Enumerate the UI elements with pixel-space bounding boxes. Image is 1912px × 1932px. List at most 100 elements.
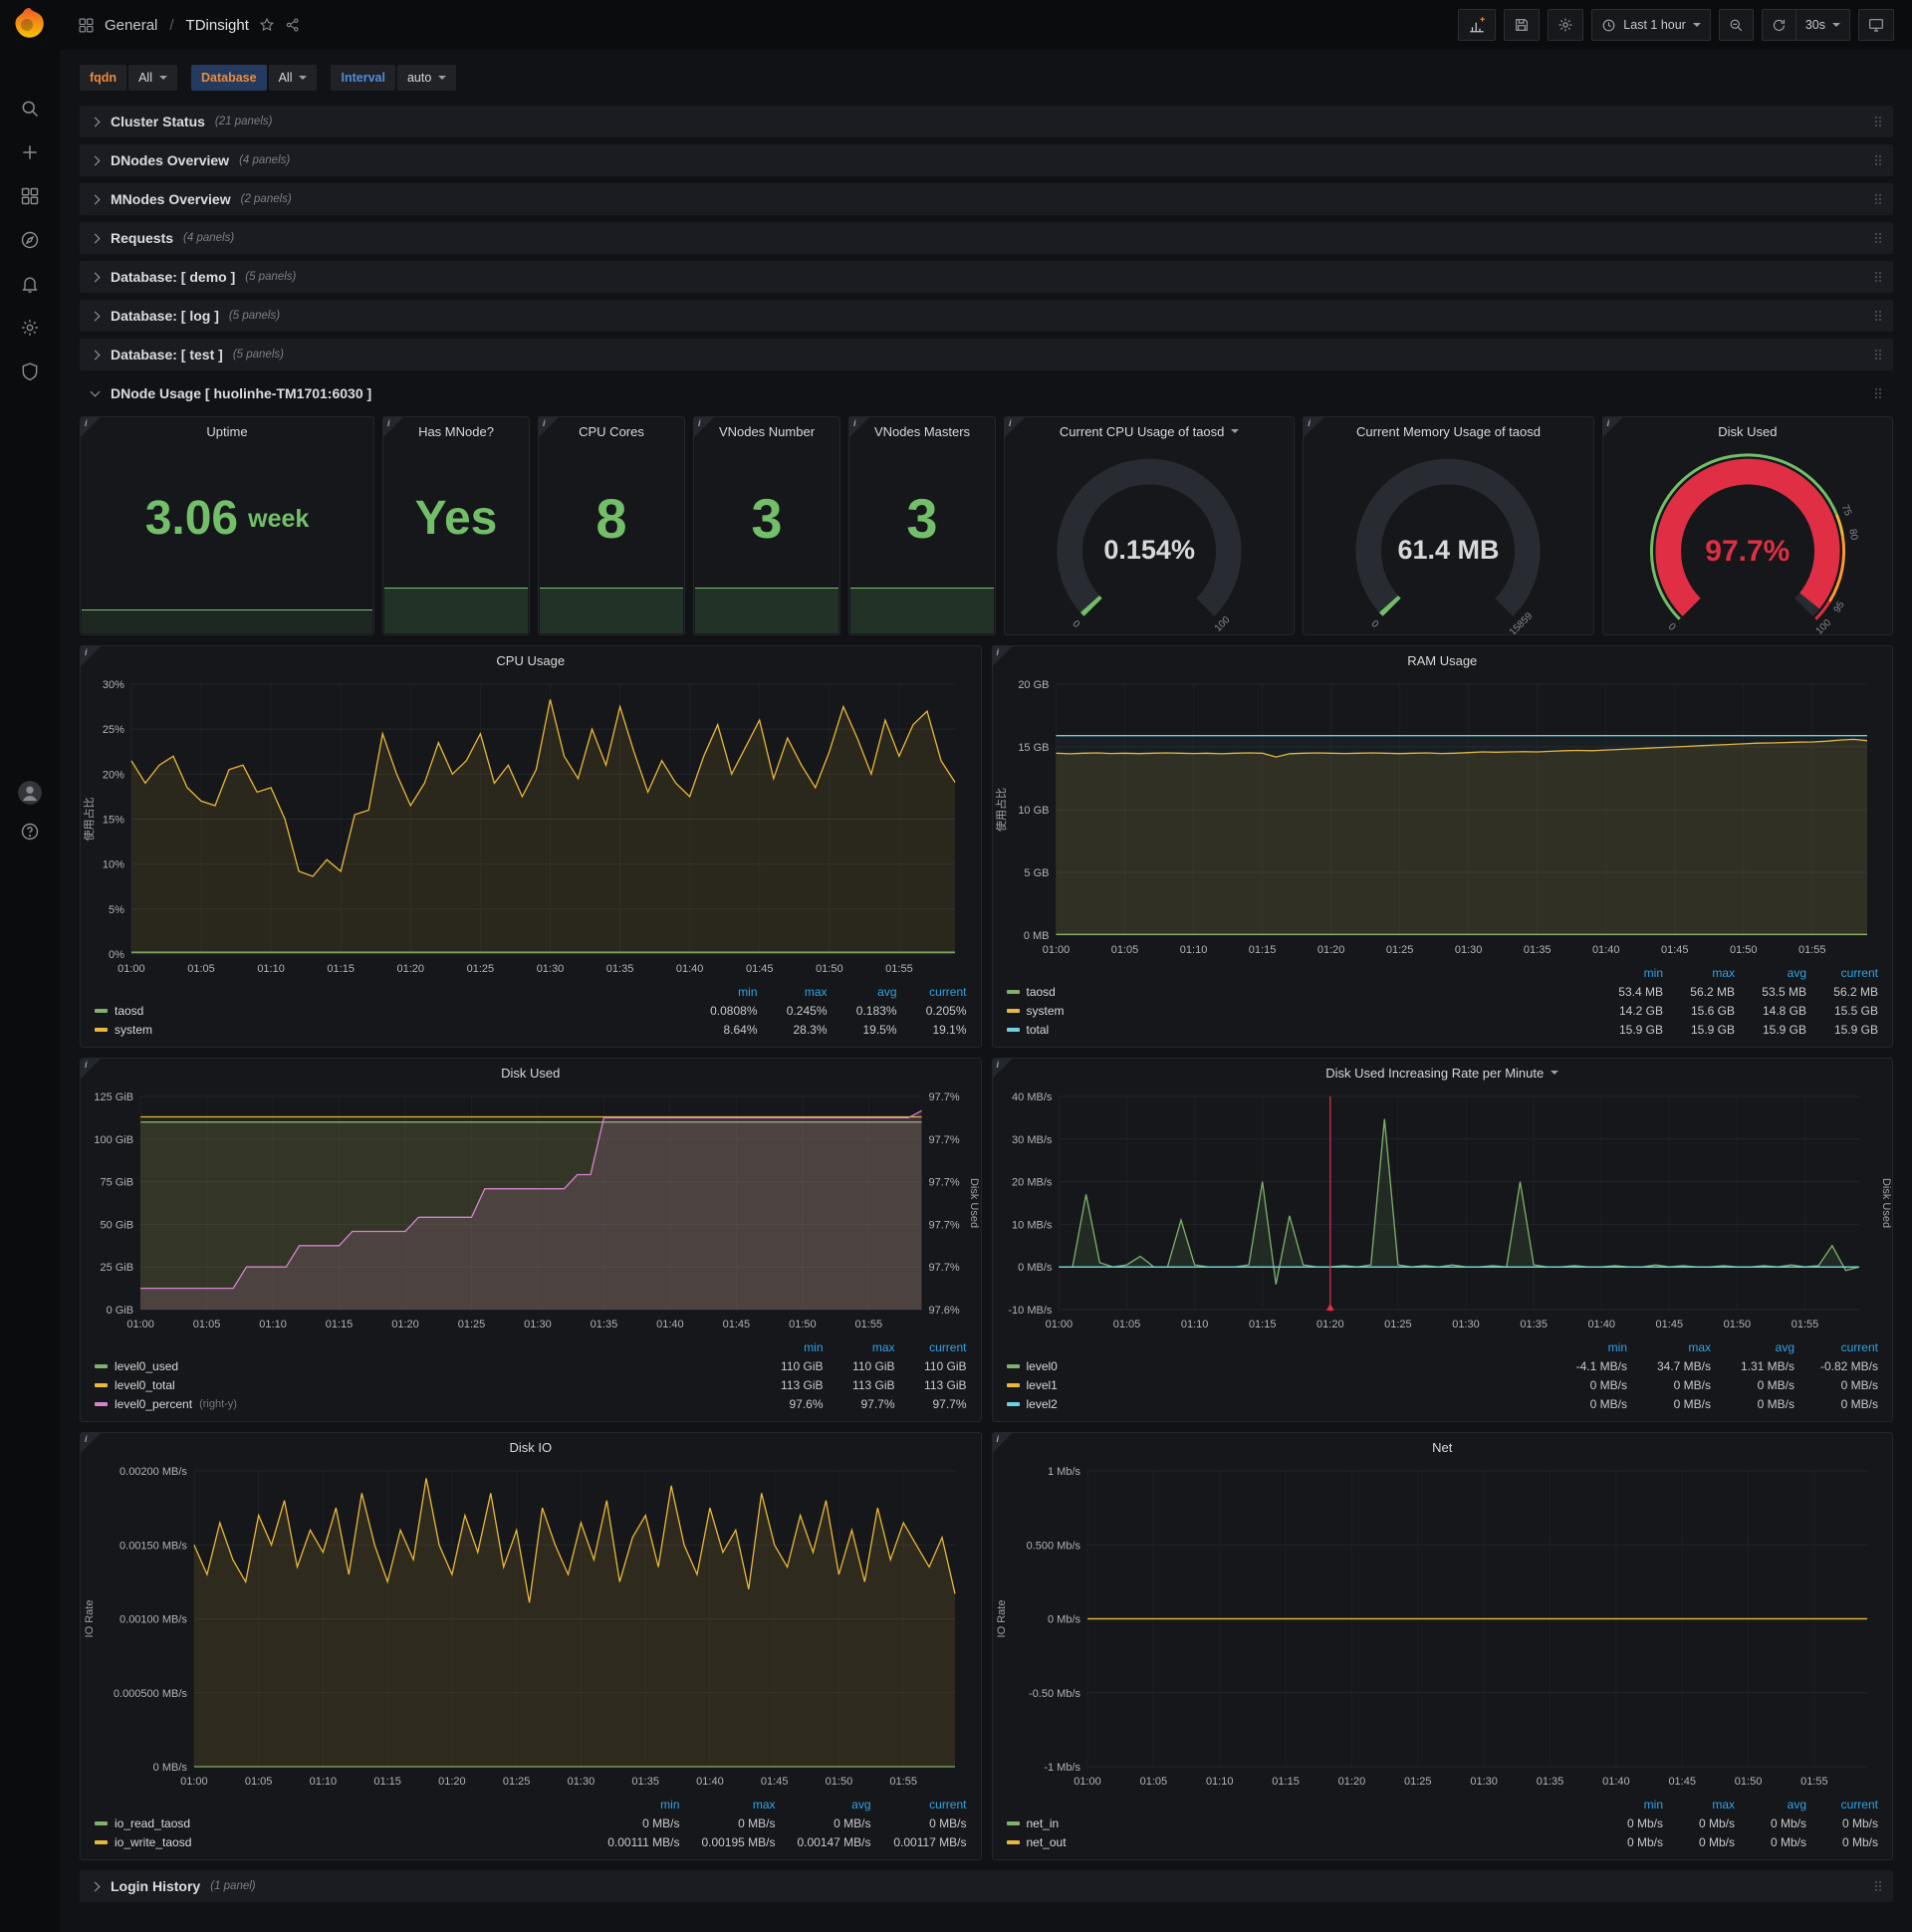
- user-avatar[interactable]: [17, 780, 43, 806]
- svg-text:95: 95: [1831, 600, 1846, 615]
- breadcrumb-section[interactable]: General: [105, 17, 157, 34]
- save-dashboard-button[interactable]: [1504, 9, 1541, 41]
- panel-title[interactable]: RAM Usage: [1407, 653, 1477, 668]
- legend-column-avg: avg: [1787, 1797, 1806, 1811]
- panel-title[interactable]: Disk Used: [501, 1066, 560, 1081]
- row-drag-handle[interactable]: [1875, 194, 1877, 196]
- cpu-usage-plot[interactable]: 01:00 01:05 01:10 01:15 01:20 01:25 01:30 01:35…: [81, 674, 981, 980]
- panel-title[interactable]: Current Memory Usage of taosd: [1356, 424, 1541, 439]
- legend-series-system[interactable]: system: [1006, 1004, 1592, 1018]
- legend-series-taosd[interactable]: taosd: [95, 1004, 688, 1018]
- legend-series-net_in[interactable]: net_in: [1006, 1816, 1592, 1830]
- create-plus-icon[interactable]: [20, 142, 40, 162]
- panel-title[interactable]: Uptime: [206, 424, 247, 439]
- refresh-interval-label: 30s: [1804, 18, 1825, 32]
- svg-text:75: 75: [1838, 503, 1853, 518]
- row-drag-handle[interactable]: [1875, 388, 1877, 390]
- series-color-swatch: [1006, 1027, 1020, 1032]
- panel-title[interactable]: Has MNode?: [418, 424, 494, 439]
- legend-series-taosd[interactable]: taosd: [1006, 985, 1592, 999]
- legend-series-level0_percent[interactable]: level0_percent (right-y): [95, 1397, 752, 1411]
- disk-rate-plot[interactable]: 01:00 01:05 01:10 01:15 01:20 01:25 01:30 01:35…: [993, 1087, 1893, 1335]
- dashboard-grid-icon[interactable]: [78, 17, 95, 34]
- search-icon[interactable]: [20, 99, 40, 119]
- breadcrumb-dashboard-title[interactable]: TDinsight: [186, 17, 249, 34]
- legend-series-level0[interactable]: level0: [1006, 1359, 1545, 1373]
- zoom-out-button[interactable]: [1718, 9, 1754, 41]
- variable-fqdn-dropdown[interactable]: All: [128, 65, 177, 91]
- alerting-bell-icon[interactable]: [20, 274, 40, 294]
- refresh-button[interactable]: [1761, 9, 1796, 41]
- row-cluster-status[interactable]: Cluster Status (21 panels): [80, 106, 1893, 137]
- add-panel-button[interactable]: [1458, 9, 1497, 41]
- panel-title[interactable]: Disk Used: [1718, 424, 1777, 439]
- panel-title[interactable]: CPU Cores: [579, 424, 644, 439]
- panel-menu-icon[interactable]: [1231, 429, 1240, 433]
- row-login-history[interactable]: Login History (1 panel): [80, 1870, 1893, 1902]
- panel-title[interactable]: Net: [1432, 1440, 1452, 1455]
- svg-text:01:15: 01:15: [373, 1776, 401, 1788]
- share-icon[interactable]: [285, 17, 301, 33]
- legend-series-io_write_taosd[interactable]: io_write_taosd: [95, 1835, 585, 1849]
- row-drag-handle[interactable]: [1875, 155, 1877, 157]
- chevron-right-icon: [90, 311, 101, 321]
- row-requests[interactable]: Requests (4 panels): [80, 222, 1893, 254]
- legend-series-level1[interactable]: level1: [1006, 1378, 1545, 1392]
- row-drag-handle[interactable]: [1875, 311, 1877, 313]
- panel-title[interactable]: Disk Used Increasing Rate per Minute: [1325, 1066, 1544, 1081]
- legend-series-level0_total[interactable]: level0_total: [95, 1378, 752, 1392]
- grafana-logo[interactable]: [10, 5, 50, 45]
- row-title: Database: [ log ]: [111, 308, 219, 324]
- svg-text:01:35: 01:35: [591, 1319, 618, 1330]
- time-range-picker[interactable]: Last 1 hour: [1591, 9, 1711, 41]
- ram-usage-plot[interactable]: 01:00 01:05 01:10 01:15 01:20 01:25 01:30 01:35…: [993, 674, 1893, 961]
- row-database-test[interactable]: Database: [ test ] (5 panels): [80, 339, 1893, 370]
- row-dnode-usage[interactable]: DNode Usage [ huolinhe-TM1701:6030 ]: [80, 377, 1893, 409]
- dashboards-icon[interactable]: [20, 186, 40, 206]
- variable-fqdn-value: All: [138, 71, 152, 85]
- legend-series-total[interactable]: total: [1006, 1023, 1592, 1037]
- disk-used-plot[interactable]: 01:00 01:05 01:10 01:15 01:20 01:25 01:30 01:35…: [81, 1087, 981, 1335]
- panel-title[interactable]: Current CPU Usage of taosd: [1060, 424, 1224, 439]
- legend-column-max: max: [1712, 965, 1735, 980]
- refresh-interval-dropdown[interactable]: 30s: [1794, 9, 1850, 41]
- legend-series-level2[interactable]: level2: [1006, 1397, 1545, 1411]
- row-database-demo[interactable]: Database: [ demo ] (5 panels): [80, 261, 1893, 293]
- panel-title[interactable]: VNodes Number: [719, 424, 815, 439]
- svg-text:01:25: 01:25: [503, 1776, 531, 1788]
- legend-column-current: current: [929, 1339, 967, 1354]
- row-database-log[interactable]: Database: [ log ] (5 panels): [80, 300, 1893, 332]
- variable-database-dropdown[interactable]: All: [268, 65, 318, 91]
- panel-menu-icon[interactable]: [1551, 1071, 1559, 1075]
- panel-title[interactable]: VNodes Masters: [874, 424, 970, 439]
- svg-text:01:35: 01:35: [1536, 1776, 1563, 1788]
- row-drag-handle[interactable]: [1875, 272, 1877, 274]
- configuration-gear-icon[interactable]: [20, 318, 40, 338]
- dashboard-settings-button[interactable]: [1548, 9, 1584, 41]
- star-icon[interactable]: [259, 17, 275, 33]
- server-admin-shield-icon[interactable]: [20, 362, 40, 381]
- disk-io-plot[interactable]: 01:00 01:05 01:10 01:15 01:20 01:25 01:30 01:35…: [81, 1461, 981, 1793]
- help-icon[interactable]: [20, 822, 40, 842]
- row-drag-handle[interactable]: [1875, 350, 1877, 352]
- legend-series-level0_used[interactable]: level0_used: [95, 1359, 752, 1373]
- legend-column-max: max: [1712, 1797, 1735, 1811]
- panel-title[interactable]: Disk IO: [509, 1440, 552, 1455]
- row-dnodes-overview[interactable]: DNodes Overview (4 panels): [80, 144, 1893, 176]
- svg-text:01:25: 01:25: [467, 963, 495, 975]
- row-drag-handle[interactable]: [1875, 1881, 1877, 1883]
- cycle-view-mode-button[interactable]: [1858, 9, 1894, 41]
- net-plot[interactable]: 01:00 01:05 01:10 01:15 01:20 01:25 01:30 01:35…: [993, 1461, 1893, 1793]
- panel-title[interactable]: CPU Usage: [496, 653, 565, 668]
- row-mnodes-overview[interactable]: MNodes Overview (2 panels): [80, 183, 1893, 215]
- row-drag-handle[interactable]: [1875, 233, 1877, 235]
- explore-compass-icon[interactable]: [20, 230, 40, 250]
- row-drag-handle[interactable]: [1875, 117, 1877, 119]
- legend-value: 19.1%: [932, 1022, 967, 1037]
- legend-series-io_read_taosd[interactable]: io_read_taosd: [95, 1816, 585, 1830]
- svg-text:01:35: 01:35: [631, 1776, 659, 1788]
- variable-interval-dropdown[interactable]: auto: [396, 65, 457, 91]
- legend-value: 0.00195 MB/s: [701, 1834, 776, 1849]
- legend-series-net_out[interactable]: net_out: [1006, 1835, 1592, 1849]
- legend-series-system[interactable]: system: [95, 1023, 688, 1037]
